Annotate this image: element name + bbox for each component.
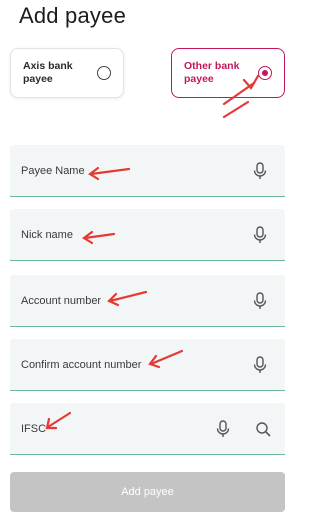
add-payee-button[interactable]: Add payee (10, 472, 285, 512)
microphone-icon[interactable] (250, 354, 270, 376)
nick-name-placeholder: Nick name (21, 229, 73, 241)
axis-bank-payee-label: Axis bank payee (23, 60, 73, 85)
confirm-account-number-field[interactable]: Confirm account number (10, 339, 285, 391)
microphone-icon[interactable] (213, 418, 233, 440)
ifsc-field[interactable]: IFSC (10, 403, 285, 455)
axis-bank-payee-option[interactable]: Axis bank payee (10, 48, 124, 98)
microphone-icon[interactable] (250, 290, 270, 312)
payee-name-placeholder: Payee Name (21, 165, 85, 177)
other-bank-payee-label: Other bank payee (184, 60, 240, 85)
account-number-field[interactable]: Account number (10, 275, 285, 327)
other-bank-radio[interactable] (258, 66, 272, 80)
account-number-placeholder: Account number (21, 295, 102, 307)
other-bank-payee-option[interactable]: Other bank payee (171, 48, 285, 98)
microphone-icon[interactable] (250, 224, 270, 246)
microphone-icon[interactable] (250, 160, 270, 182)
page-title: Add payee (19, 3, 126, 28)
payee-name-field[interactable]: Payee Name (10, 145, 285, 197)
confirm-account-number-placeholder: Confirm account number (21, 359, 142, 371)
axis-bank-radio[interactable] (97, 66, 111, 80)
search-icon[interactable] (253, 418, 273, 440)
nick-name-field[interactable]: Nick name (10, 209, 285, 261)
ifsc-placeholder: IFSC (21, 423, 47, 435)
